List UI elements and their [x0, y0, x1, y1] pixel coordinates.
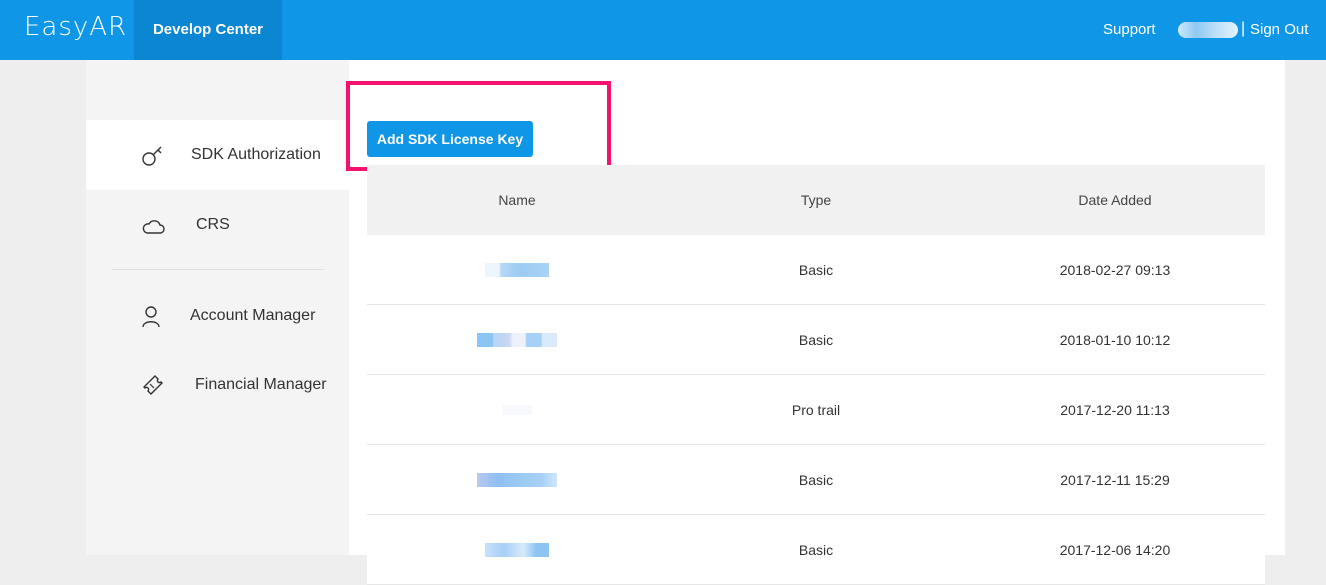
add-sdk-license-key-button[interactable]: Add SDK License Key [367, 121, 533, 157]
table-row[interactable]: Basic 2018-01-10 10:12 [367, 305, 1265, 375]
nav-develop-center[interactable]: Develop Center [134, 0, 282, 60]
type-cell: Basic [798, 471, 834, 488]
table-row[interactable]: Basic 2018-02-27 09:13 [367, 235, 1265, 305]
sidebar-item-label: Account Manager [190, 307, 316, 324]
sidebar-item-financial-manager[interactable]: Financial Manager [86, 350, 349, 420]
sidebar: SDK Authorization CRS Account Manager Fi… [86, 60, 349, 555]
name-cell [367, 515, 667, 584]
header-name[interactable]: Name [367, 165, 667, 235]
sidebar-item-label: CRS [196, 216, 230, 233]
name-cell [367, 445, 667, 514]
key-icon [142, 146, 162, 166]
name-cell [367, 235, 667, 304]
logo[interactable]: EasyAR [24, 12, 127, 42]
sidebar-item-label: Financial Manager [195, 376, 327, 393]
date-cell: 2017-12-06 14:20 [1059, 541, 1171, 558]
sidebar-item-account-manager[interactable]: Account Manager [86, 280, 349, 350]
date-cell: 2018-01-10 10:12 [1059, 331, 1171, 348]
table-row[interactable]: Pro trail 2017-12-20 11:13 [367, 375, 1265, 445]
type-cell: Basic [798, 541, 834, 558]
name-cell [367, 375, 667, 444]
top-bar: EasyAR Develop Center Support | Sign Out [0, 0, 1326, 60]
ticket-icon [143, 375, 163, 395]
sidebar-item-sdk-authorization[interactable]: SDK Authorization [86, 120, 349, 190]
name-blurred [485, 262, 549, 277]
header-date-added[interactable]: Date Added [965, 165, 1265, 235]
separator: | [1241, 20, 1246, 37]
username-blurred[interactable] [1178, 22, 1238, 38]
name-blurred [477, 472, 557, 487]
name-blurred [477, 332, 557, 347]
table-row[interactable]: Basic 2017-12-06 14:20 [367, 515, 1265, 585]
user-icon [142, 306, 160, 328]
sidebar-item-crs[interactable]: CRS [86, 190, 349, 260]
name-blurred [485, 542, 549, 557]
sidebar-divider [112, 269, 324, 270]
license-table: Name Type Date Added Basic 2018-02-27 09… [367, 165, 1265, 585]
sidebar-item-label: SDK Authorization [191, 146, 321, 163]
cloud-icon [142, 220, 165, 234]
date-cell: 2018-02-27 09:13 [1059, 261, 1171, 278]
type-cell: Pro trail [791, 401, 841, 418]
type-cell: Basic [798, 331, 834, 348]
table-row[interactable]: Basic 2017-12-11 15:29 [367, 445, 1265, 515]
date-cell: 2017-12-20 11:13 [1060, 401, 1170, 418]
sign-out-link[interactable]: Sign Out [1250, 21, 1308, 38]
name-blurred [502, 404, 532, 415]
header-type[interactable]: Type [667, 165, 965, 235]
date-cell: 2017-12-11 15:29 [1060, 471, 1170, 488]
table-header: Name Type Date Added [367, 165, 1265, 235]
support-link[interactable]: Support [1103, 21, 1156, 38]
type-cell: Basic [798, 261, 834, 278]
name-cell [367, 305, 667, 374]
